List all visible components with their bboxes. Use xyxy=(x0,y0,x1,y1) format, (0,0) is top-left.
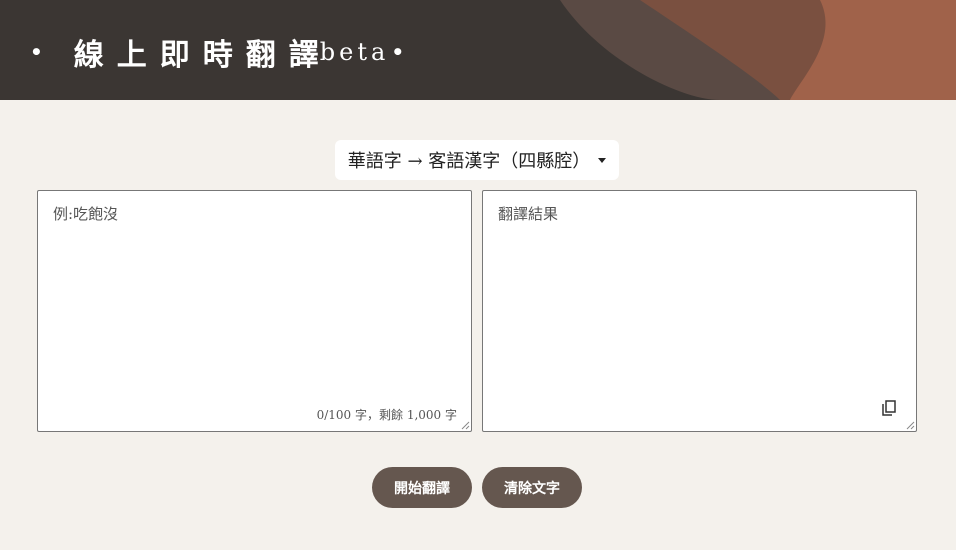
title-text: 線上即時翻譯 xyxy=(73,38,332,73)
copy-icon[interactable] xyxy=(880,399,898,417)
language-select-value: 華語字 → 客語漢字（四縣腔） xyxy=(347,151,591,172)
output-placeholder: 翻譯結果 xyxy=(498,205,559,223)
title-bullet-right: • xyxy=(391,40,418,64)
translate-button[interactable]: 開始翻譯 xyxy=(372,467,472,508)
translator-page: 華語字 → 客語漢字（四縣腔） 0/100 字，剩餘 1,000 字 翻譯結果 … xyxy=(0,100,956,550)
character-counter: 0/100 字，剩餘 1,000 字 xyxy=(316,408,457,422)
language-select[interactable]: 華語字 → 客語漢字（四縣腔） xyxy=(335,140,619,180)
clear-button[interactable]: 清除文字 xyxy=(482,467,582,508)
input-panel: 0/100 字，剩餘 1,000 字 xyxy=(37,190,472,432)
title-bullet-left: • xyxy=(30,40,56,64)
translation-output[interactable]: 翻譯結果 xyxy=(483,191,916,431)
caret-down-icon xyxy=(598,157,607,163)
beta-label: beta xyxy=(319,38,390,66)
output-panel: 翻譯結果 xyxy=(482,190,917,432)
page-title: • 線上即時翻譯 beta • xyxy=(30,30,417,74)
resize-grip-icon[interactable] xyxy=(906,421,915,430)
resize-grip-icon[interactable] xyxy=(461,421,470,430)
header-banner: • 線上即時翻譯 beta • xyxy=(0,0,956,100)
source-text-input[interactable] xyxy=(38,191,471,431)
